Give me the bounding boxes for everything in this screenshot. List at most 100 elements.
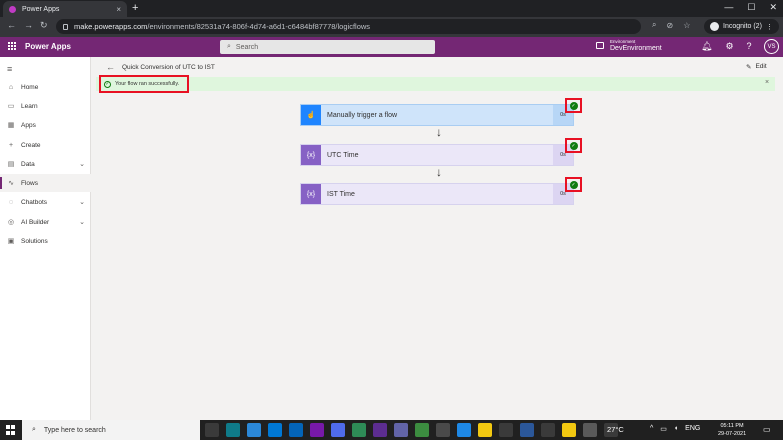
app-icon[interactable] bbox=[373, 423, 387, 437]
variable-icon: {x} bbox=[301, 184, 321, 204]
hamburger-menu-icon[interactable]: ≡ bbox=[7, 64, 12, 74]
more-menu-icon[interactable]: ⋮ bbox=[766, 23, 773, 31]
taskbar-search-box[interactable]: ⌕ Type here to search bbox=[22, 420, 200, 440]
pencil-icon: ✎ bbox=[746, 64, 752, 71]
apps-icon: ▦ bbox=[7, 122, 15, 129]
cortana-icon[interactable] bbox=[247, 423, 261, 437]
language-indicator[interactable]: ENG bbox=[685, 425, 700, 433]
system-tray: ^ ▭ ◖ ENG bbox=[650, 425, 700, 433]
app-icon[interactable] bbox=[583, 423, 597, 437]
back-arrow-icon[interactable]: ← bbox=[106, 62, 115, 72]
edit-button[interactable]: ✎ Edit bbox=[746, 63, 767, 71]
search-placeholder: Search bbox=[235, 43, 259, 51]
success-check-icon: ✓ bbox=[569, 101, 578, 110]
url-path: /environments/82531a74-806f-4d74-a6d1-c6… bbox=[147, 22, 371, 31]
show-hidden-icons-icon[interactable]: ^ bbox=[650, 425, 653, 433]
flow-step-utc-time[interactable]: {x} UTC Time 0s bbox=[300, 144, 574, 166]
address-bar-actions: ⌕ ⊘ ☆ bbox=[652, 20, 690, 30]
window-controls: — ☐ ✕ bbox=[724, 2, 777, 13]
environment-label: Environment bbox=[610, 39, 636, 44]
app-icon[interactable] bbox=[499, 423, 513, 437]
close-tab-icon[interactable]: × bbox=[116, 5, 121, 14]
avatar[interactable]: VS bbox=[764, 39, 779, 54]
store-icon[interactable] bbox=[268, 423, 282, 437]
word-icon[interactable] bbox=[520, 423, 534, 437]
url-domain: make.powerapps.com bbox=[74, 22, 148, 31]
sticky-notes-icon[interactable] bbox=[478, 423, 492, 437]
teams-chat-icon[interactable] bbox=[394, 423, 408, 437]
nav-item-flows[interactable]: ∿ Flows bbox=[0, 174, 91, 192]
highlight-box bbox=[99, 75, 189, 93]
taskbar-clock[interactable]: 05:11 PM 29-07-2021 bbox=[718, 422, 746, 438]
table-icon: ▤ bbox=[7, 161, 15, 168]
search-icon: ⌕ bbox=[227, 43, 231, 50]
nav-item-learn[interactable]: ▭ Learn bbox=[0, 97, 91, 115]
chevron-down-icon[interactable]: ⌄ bbox=[79, 198, 85, 206]
close-icon[interactable]: × bbox=[765, 79, 769, 86]
explorer-icon[interactable] bbox=[457, 423, 471, 437]
forward-arrow-icon[interactable]: → bbox=[24, 20, 33, 30]
environment-picker[interactable]: DevEnvironment bbox=[610, 45, 662, 52]
maximize-icon[interactable]: ☐ bbox=[747, 2, 755, 13]
nav-item-home[interactable]: ⌂ Home bbox=[0, 78, 91, 96]
onenote-icon[interactable] bbox=[310, 423, 324, 437]
search-input[interactable]: ⌕ Search bbox=[220, 40, 435, 54]
arrow-down-icon: ↓ bbox=[436, 125, 442, 139]
chevron-down-icon[interactable]: ⌄ bbox=[79, 160, 85, 168]
home-icon: ⌂ bbox=[8, 83, 14, 91]
teams-icon[interactable] bbox=[331, 423, 345, 437]
network-icon[interactable]: ▭ bbox=[660, 425, 667, 433]
windows-start-icon[interactable] bbox=[6, 425, 16, 435]
outlook-icon[interactable] bbox=[289, 423, 303, 437]
plus-icon: + bbox=[8, 141, 14, 149]
file-explorer-icon[interactable] bbox=[562, 423, 576, 437]
bookmark-star-icon[interactable]: ☆ bbox=[683, 21, 690, 30]
minimize-icon[interactable]: — bbox=[724, 2, 733, 13]
new-tab-button[interactable]: + bbox=[132, 2, 138, 14]
highlight-box: ✓ bbox=[565, 98, 582, 113]
nav-item-label: Solutions bbox=[21, 237, 48, 245]
photos-icon[interactable] bbox=[352, 423, 366, 437]
solutions-icon: ▣ bbox=[7, 238, 15, 245]
arrow-down-icon: ↓ bbox=[436, 165, 442, 179]
nav-item-ai-builder[interactable]: ◎ AI Builder ⌄ bbox=[0, 213, 91, 231]
nav-item-chatbots[interactable]: ◌ Chatbots ⌄ bbox=[0, 193, 91, 211]
help-icon[interactable]: ? bbox=[747, 41, 752, 52]
task-view-icon[interactable] bbox=[205, 423, 219, 437]
flow-step-label: UTC Time bbox=[327, 151, 359, 159]
chrome-incognito-icon[interactable] bbox=[436, 423, 450, 437]
back-arrow-icon[interactable]: ← bbox=[7, 20, 16, 30]
app-name[interactable]: Power Apps bbox=[25, 42, 71, 51]
chevron-down-icon[interactable]: ⌄ bbox=[79, 218, 85, 226]
close-window-icon[interactable]: ✕ bbox=[769, 2, 777, 13]
nav-item-create[interactable]: + Create bbox=[0, 136, 91, 154]
clock-time: 05:11 PM bbox=[720, 423, 744, 429]
flow-step-ist-time[interactable]: {x} IST Time 0s bbox=[300, 183, 574, 205]
nav-item-solutions[interactable]: ▣ Solutions bbox=[0, 232, 91, 250]
flow-step-label: IST Time bbox=[327, 190, 355, 198]
nav-item-apps[interactable]: ▦ Apps bbox=[0, 116, 91, 134]
bell-icon[interactable]: 🔔︎ bbox=[701, 41, 712, 52]
address-bar[interactable]: make.powerapps.com/environments/82531a74… bbox=[56, 19, 641, 34]
chrome-icon[interactable] bbox=[415, 423, 429, 437]
header-actions: 🔔︎ ⚙ ? bbox=[701, 41, 752, 52]
incognito-profile-button[interactable]: Incognito (2) ⋮ bbox=[704, 19, 779, 34]
edge-icon[interactable] bbox=[226, 423, 240, 437]
notification-icon[interactable]: ▭ bbox=[763, 425, 771, 434]
success-check-icon: ✓ bbox=[569, 141, 578, 150]
browser-tab-title: Power Apps bbox=[22, 5, 60, 13]
flow-step-trigger[interactable]: ☝ Manually trigger a flow 0s bbox=[300, 104, 574, 126]
zoom-icon[interactable]: ⌕ bbox=[652, 20, 656, 30]
app-launcher-icon[interactable] bbox=[8, 42, 16, 50]
clock-date: 29-07-2021 bbox=[718, 431, 747, 437]
tracking-protection-icon[interactable]: ⊘ bbox=[666, 21, 673, 30]
edit-label: Edit bbox=[755, 63, 767, 70]
weather-widget[interactable]: 27°C bbox=[607, 425, 624, 434]
browser-tab[interactable]: Power Apps × bbox=[3, 1, 127, 17]
reload-icon[interactable]: ↻ bbox=[40, 20, 48, 31]
nav-item-data[interactable]: ▤ Data ⌄ bbox=[0, 155, 91, 173]
app-icon[interactable] bbox=[541, 423, 555, 437]
volume-icon[interactable]: ◖ bbox=[674, 425, 678, 433]
nav-item-label: Create bbox=[21, 141, 41, 149]
gear-icon[interactable]: ⚙ bbox=[725, 41, 733, 52]
